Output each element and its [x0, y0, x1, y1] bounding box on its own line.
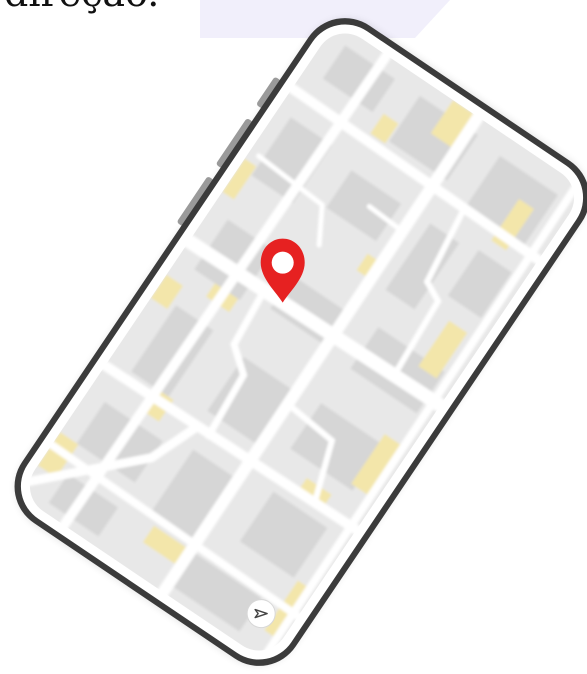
scene: direção.	[0, 0, 587, 674]
phone-illustration	[14, 18, 587, 666]
phone-device	[14, 18, 587, 666]
